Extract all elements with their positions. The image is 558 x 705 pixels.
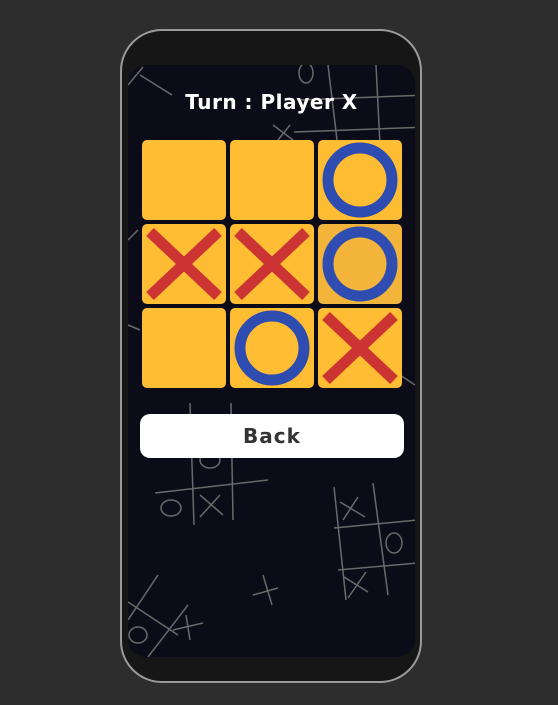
board-cell-1[interactable] — [230, 140, 314, 220]
board-cell-3[interactable] — [142, 224, 226, 304]
board-cell-8[interactable] — [318, 308, 402, 388]
board-cell-5[interactable] — [318, 224, 402, 304]
x-mark-icon — [146, 227, 222, 301]
o-mark-icon — [322, 226, 398, 302]
board-cell-0[interactable] — [142, 140, 226, 220]
board-cell-7[interactable] — [230, 308, 314, 388]
board-cell-2[interactable] — [318, 140, 402, 220]
o-mark-icon — [322, 142, 398, 218]
back-button[interactable]: Back — [140, 414, 404, 458]
x-mark-icon — [322, 311, 398, 385]
x-mark-icon — [234, 227, 310, 301]
board-cell-6[interactable] — [142, 308, 226, 388]
turn-indicator: Turn : Player X — [185, 90, 358, 114]
o-mark-icon — [234, 310, 310, 386]
board-cell-4[interactable] — [230, 224, 314, 304]
game-screen: Turn : Player X Back — [128, 65, 415, 657]
